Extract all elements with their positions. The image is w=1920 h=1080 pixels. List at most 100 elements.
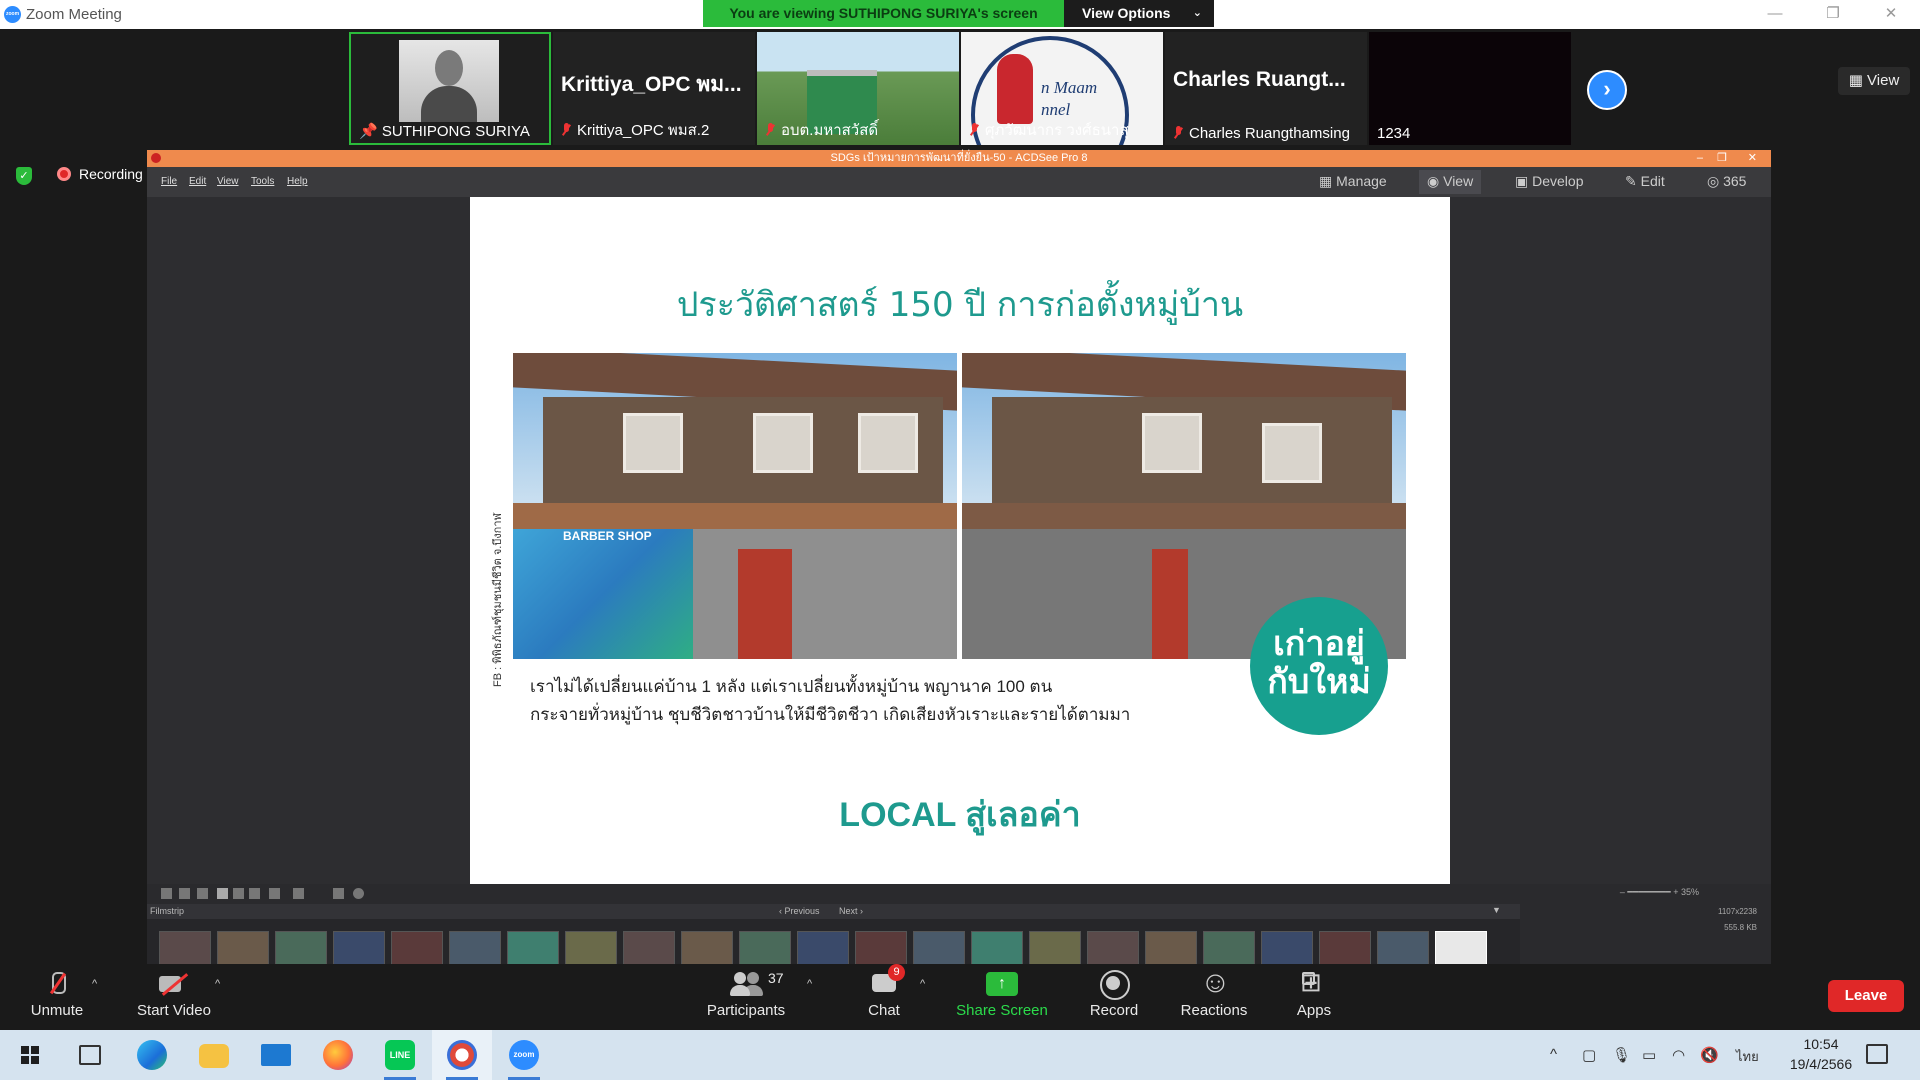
acdsee-close-button[interactable]: ✕	[1748, 150, 1757, 167]
slide-body-line: เราไม่ได้เปลี่ยนแค่บ้าน 1 หลัง แต่เราเปล…	[530, 677, 1053, 696]
participant-tile-obt[interactable]: อบต.มหาสวัสดิ์	[757, 32, 959, 145]
chat-options-caret[interactable]: ^	[920, 978, 925, 990]
filmstrip-thumbnail[interactable]	[1145, 931, 1197, 964]
acdsee-minimize-button[interactable]: –	[1697, 150, 1703, 167]
taskbar-line[interactable]: LINE	[370, 1030, 430, 1080]
participant-tile-krittiya[interactable]: Krittiya_OPC พม... Krittiya_OPC พมส.2	[553, 32, 755, 145]
apps-button[interactable]: Apps	[1292, 967, 1336, 1019]
menu-tools[interactable]: Tools	[251, 176, 274, 187]
filmstrip-thumbnail[interactable]	[797, 931, 849, 964]
next-button[interactable]: Next ›	[839, 906, 863, 916]
reactions-button[interactable]: Reactions	[1180, 966, 1248, 1019]
volume-muted-icon[interactable]: 🔇	[1700, 1046, 1719, 1064]
filmstrip-thumbnail[interactable]	[1435, 931, 1487, 964]
acdsee-menubar: File Edit View Tools Help ▦ Manage ◉ Vie…	[147, 167, 1771, 197]
battery-icon[interactable]: ▭	[1642, 1046, 1656, 1064]
chat-button[interactable]: 9 Chat	[862, 964, 906, 1019]
view-options-button[interactable]: View Options ⌄	[1064, 0, 1214, 27]
filmstrip-thumbnail[interactable]	[159, 931, 211, 964]
mode-manage[interactable]: ▦ Manage	[1319, 173, 1387, 190]
select-tool-icon[interactable]	[233, 888, 244, 899]
filmstrip-thumbnail[interactable]	[391, 931, 443, 964]
acdsee-restore-button[interactable]: ❐	[1717, 150, 1727, 167]
mode-365[interactable]: ◎ 365	[1707, 173, 1746, 190]
participant-tile-1234[interactable]: 1234	[1369, 32, 1571, 145]
mode-develop[interactable]: ▣ Develop	[1515, 173, 1584, 190]
audio-options-caret[interactable]: ^	[92, 978, 97, 990]
filmstrip-thumbnail[interactable]	[1377, 931, 1429, 964]
filmstrip-thumbnail[interactable]	[507, 931, 559, 964]
filmstrip-thumbnail[interactable]	[565, 931, 617, 964]
taskbar-acdsee[interactable]	[432, 1030, 492, 1080]
filmstrip-thumbnail[interactable]	[333, 931, 385, 964]
filmstrip-thumbnail[interactable]	[681, 931, 733, 964]
minimize-button[interactable]: —	[1746, 0, 1804, 29]
filmstrip[interactable]	[147, 919, 1520, 964]
adjust-icon[interactable]	[333, 888, 344, 899]
toolbar-tool-icon[interactable]	[269, 888, 280, 899]
toolbar-tool-icon[interactable]	[197, 888, 208, 899]
show-hidden-icons-icon[interactable]: ^	[1550, 1046, 1557, 1063]
zoom-tool-icon[interactable]	[249, 888, 260, 899]
taskbar-zoom[interactable]: zoom	[494, 1030, 554, 1080]
color-tool-icon[interactable]	[293, 888, 304, 899]
filmstrip-thumbnail[interactable]	[1029, 931, 1081, 964]
view-layout-button[interactable]: ▦ View	[1838, 67, 1910, 95]
taskbar-firefox[interactable]	[308, 1030, 368, 1080]
device-icon[interactable]: ▢	[1582, 1046, 1596, 1064]
filmstrip-thumbnail[interactable]	[1087, 931, 1139, 964]
mode-edit[interactable]: ✎ Edit	[1625, 173, 1665, 190]
taskbar-mail[interactable]	[246, 1030, 306, 1080]
taskbar-edge[interactable]	[122, 1030, 182, 1080]
system-clock[interactable]: 10:54 19/4/2566	[1776, 1034, 1866, 1074]
video-options-caret[interactable]: ^	[215, 978, 220, 990]
filmstrip-thumbnail[interactable]	[1261, 931, 1313, 964]
toolbar-tool-icon[interactable]	[179, 888, 190, 899]
previous-button[interactable]: ‹ Previous	[779, 906, 820, 916]
zoom-slider[interactable]: – ━━━━━━━━ + 35%	[1620, 887, 1699, 898]
refresh-icon[interactable]	[353, 888, 364, 899]
menu-help[interactable]: Help	[287, 176, 308, 187]
filmstrip-thumbnail[interactable]	[217, 931, 269, 964]
image-viewer[interactable]: ประวัติศาสตร์ 150 ปี การก่อตั้งหมู่บ้าน …	[147, 197, 1771, 889]
participant-tile-charles[interactable]: Charles Ruangt... Charles Ruangthamsing	[1165, 32, 1367, 145]
menu-view[interactable]: View	[217, 176, 239, 187]
filmstrip-thumbnail[interactable]	[275, 931, 327, 964]
participants-options-caret[interactable]: ^	[807, 978, 812, 990]
participants-count: 37	[768, 970, 784, 986]
mode-view[interactable]: ◉ View	[1419, 170, 1482, 194]
security-shield-icon[interactable]: ✓	[16, 167, 32, 185]
hand-tool-icon[interactable]	[217, 888, 228, 899]
wifi-icon[interactable]: ◠	[1672, 1046, 1685, 1064]
close-button[interactable]: ✕	[1862, 0, 1920, 29]
leave-button[interactable]: Leave	[1828, 980, 1904, 1012]
menu-edit[interactable]: Edit	[189, 176, 206, 187]
filmstrip-thumbnail[interactable]	[449, 931, 501, 964]
filmstrip-thumbnail[interactable]	[739, 931, 791, 964]
task-view-button[interactable]	[60, 1030, 120, 1080]
chevron-down-icon[interactable]: ▼	[1492, 905, 1501, 915]
restore-button[interactable]: ❐	[1804, 0, 1862, 29]
menu-file[interactable]: File	[161, 176, 177, 187]
start-video-button[interactable]: Start Video	[132, 970, 216, 1019]
filmstrip-thumbnail[interactable]	[1319, 931, 1371, 964]
taskbar-file-explorer[interactable]	[184, 1030, 244, 1080]
microphone-icon[interactable]: 🎙	[1612, 1046, 1631, 1064]
input-language[interactable]: ไทย	[1736, 1046, 1759, 1067]
filmstrip-thumbnail[interactable]	[971, 931, 1023, 964]
participants-button[interactable]: 37 Participants	[703, 970, 789, 1019]
filmstrip-thumbnail[interactable]	[913, 931, 965, 964]
participant-tile-suthipong[interactable]: 📌 SUTHIPONG SURIYA	[349, 32, 551, 145]
next-page-button[interactable]: ›	[1587, 70, 1627, 110]
toolbar-tool-icon[interactable]	[161, 888, 172, 899]
participant-tile-suphawatnakorn[interactable]: n Maam nnel ศุภวัฒนากร วงศ์ธนาสุ	[961, 32, 1163, 145]
filmstrip-thumbnail[interactable]	[623, 931, 675, 964]
unmute-button[interactable]: Unmute	[26, 970, 88, 1019]
filmstrip-thumbnail[interactable]	[1203, 931, 1255, 964]
share-screen-button[interactable]: Share Screen	[954, 970, 1050, 1019]
recording-indicator[interactable]: Recording	[57, 166, 143, 182]
notification-center-icon[interactable]	[1866, 1044, 1888, 1064]
start-button[interactable]	[0, 1030, 60, 1080]
filmstrip-thumbnail[interactable]	[855, 931, 907, 964]
record-button[interactable]: Record	[1088, 970, 1140, 1019]
